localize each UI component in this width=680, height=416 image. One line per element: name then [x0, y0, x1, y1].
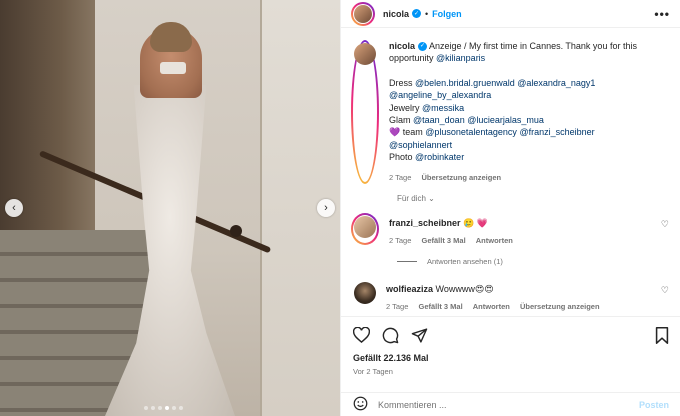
caption-photo-line: Photo @robinkater	[389, 151, 649, 163]
mention-link[interactable]: @messika	[422, 103, 464, 113]
caption-meta: 2 Tage Übersetzung anzeigen	[389, 172, 649, 184]
comment-input[interactable]	[378, 399, 628, 410]
comments-section: nicola ✓ Anzeige / My first time in Canne…	[341, 40, 680, 312]
chevron-down-icon: ⌄	[428, 194, 435, 204]
comment-time[interactable]: 2 Tage	[386, 302, 408, 311]
comment-body: wolfieaziza Wowwww😍😍 2 Tage Gefällt 3 Ma…	[386, 279, 608, 311]
view-replies-button[interactable]: Antworten ansehen (1)	[397, 257, 671, 266]
mention-link[interactable]: @franzi_scheibner	[519, 127, 594, 137]
caption-line: Anzeige / My first time in Cannes. Thank…	[389, 41, 637, 64]
carousel-next-button[interactable]: ›	[317, 199, 335, 217]
reply-divider	[397, 261, 417, 263]
carousel-prev-button[interactable]: ‹	[5, 199, 23, 217]
share-paper-plane-icon[interactable]	[411, 327, 428, 344]
caption-label: Dress	[389, 77, 416, 88]
like-comment-heart-icon[interactable]: ♡	[661, 285, 669, 296]
comment-text: Wowwww😍😍	[435, 284, 494, 295]
caption-label: Jewelry	[389, 102, 423, 113]
post-date[interactable]: Vor 2 Tagen	[353, 367, 669, 376]
avatar	[354, 216, 376, 239]
avatar	[354, 282, 376, 305]
carousel-dot[interactable]	[144, 406, 148, 410]
photo-hair	[150, 22, 192, 52]
comment-username[interactable]: franzi_scheibner	[389, 218, 461, 228]
comment-username[interactable]: wolfieaziza	[386, 284, 433, 294]
caption-time[interactable]: 2 Tage	[389, 173, 411, 182]
carousel-dots	[144, 406, 183, 410]
reply-button[interactable]: Antworten	[473, 302, 510, 311]
carousel-dot[interactable]	[179, 406, 183, 410]
carousel-dot[interactable]	[151, 406, 155, 410]
translate-link[interactable]: Übersetzung anzeigen	[421, 173, 501, 182]
like-heart-icon[interactable]	[353, 327, 370, 343]
photo-handrail-end	[230, 225, 242, 237]
verified-badge-icon: ✓	[418, 42, 428, 52]
post-actions: Gefällt 22.136 Mal Vor 2 Tagen	[341, 316, 680, 376]
photo-choker	[160, 62, 186, 74]
follow-button[interactable]: Folgen	[432, 9, 462, 19]
caption-dress-line: Dress @belen.bridal.gruenwald @alexandra…	[389, 77, 649, 102]
comment-bar: Posten	[341, 392, 680, 416]
caption-team-line: 💜 team @plusonetalentagency @franzi_sche…	[389, 126, 649, 151]
comment-body: franzi_scheibner 🥲 💗 2 Tage Gefällt 3 Ma…	[389, 213, 521, 245]
caption-avatar-ring[interactable]	[351, 40, 379, 185]
carousel-dot[interactable]	[165, 406, 169, 410]
mention-link[interactable]: @belen.bridal.gruenwald	[415, 78, 515, 88]
action-icons	[353, 325, 669, 345]
caption-username[interactable]: nicola	[389, 41, 415, 51]
post-comment-button[interactable]: Posten	[639, 400, 669, 410]
mention-link[interactable]: @alexandra_nagy1	[517, 78, 595, 88]
chevron-right-icon: ›	[324, 202, 328, 214]
like-comment-heart-icon[interactable]: ♡	[661, 219, 669, 230]
mention-link[interactable]: @kilianparis	[436, 53, 485, 63]
comment-likes[interactable]: Gefällt 3 Mal	[418, 302, 462, 311]
comment-meta: 2 Tage Gefällt 3 Mal Antworten	[389, 236, 521, 245]
comment-text: 🥲 💗	[463, 218, 488, 229]
comment-meta: 2 Tage Gefällt 3 Mal Antworten Übersetzu…	[386, 302, 608, 311]
carousel-dot[interactable]	[172, 406, 176, 410]
post-dialog: ‹ › nicola ✓ • Folgen ••• nicola ✓ Anzei…	[0, 0, 680, 416]
mention-link[interactable]: @sophielannert	[389, 140, 452, 150]
reply-button[interactable]: Antworten	[476, 236, 513, 245]
separator-bullet: •	[425, 8, 429, 19]
translate-link[interactable]: Übersetzung anzeigen	[520, 302, 600, 311]
emoji-icon[interactable]	[353, 396, 368, 413]
comment-likes[interactable]: Gefällt 3 Mal	[421, 236, 465, 245]
caption-jewelry-line: Jewelry @messika	[389, 102, 649, 114]
post-sidebar: nicola ✓ • Folgen ••• nicola ✓ Anzeige / …	[340, 0, 680, 416]
comment-item: wolfieaziza Wowwww😍😍 2 Tage Gefällt 3 Ma…	[351, 279, 671, 311]
comment-bubble-icon[interactable]	[382, 327, 399, 344]
mention-link[interactable]: @robinkater	[415, 152, 464, 162]
avatar	[354, 4, 372, 23]
comment-time[interactable]: 2 Tage	[389, 236, 411, 245]
author-username[interactable]: nicola	[383, 9, 409, 19]
caption-label: Glam	[389, 115, 414, 126]
chevron-left-icon: ‹	[12, 202, 16, 214]
more-options-icon[interactable]: •••	[654, 7, 670, 21]
author-avatar-ring[interactable]	[351, 1, 375, 26]
avatar	[354, 43, 376, 65]
carousel-dot[interactable]	[158, 406, 162, 410]
for-you-label: Für dich	[397, 194, 426, 204]
mention-link[interactable]: @angeline_by_alexandra	[389, 90, 491, 100]
caption-glam-line: Glam @taan_doan @luciearjalas_mua	[389, 114, 649, 126]
commenter-avatar-wrap[interactable]	[351, 279, 379, 311]
bookmark-icon[interactable]	[655, 326, 669, 344]
mention-link[interactable]: @taan_doan	[413, 115, 465, 125]
for-you-dropdown[interactable]: Für dich ⌄	[397, 194, 671, 203]
commenter-avatar-ring[interactable]	[351, 213, 379, 246]
caption: nicola ✓ Anzeige / My first time in Canne…	[351, 40, 671, 185]
caption-label: team	[400, 127, 426, 138]
post-photo[interactable]: ‹ ›	[0, 0, 340, 416]
post-header: nicola ✓ • Folgen •••	[341, 0, 680, 28]
caption-text: nicola ✓ Anzeige / My first time in Canne…	[389, 40, 649, 184]
view-replies-label: Antworten ansehen (1)	[427, 257, 503, 267]
mention-link[interactable]: @luciearjalas_mua	[467, 115, 544, 125]
likes-count[interactable]: Gefällt 22.136 Mal	[353, 353, 669, 363]
purple-heart-icon: 💜	[389, 127, 401, 138]
mention-link[interactable]: @plusonetalentagency	[425, 127, 517, 137]
caption-label: Photo	[389, 152, 416, 163]
comment-item: franzi_scheibner 🥲 💗 2 Tage Gefällt 3 Ma…	[351, 213, 671, 246]
verified-badge-icon: ✓	[412, 9, 422, 18]
